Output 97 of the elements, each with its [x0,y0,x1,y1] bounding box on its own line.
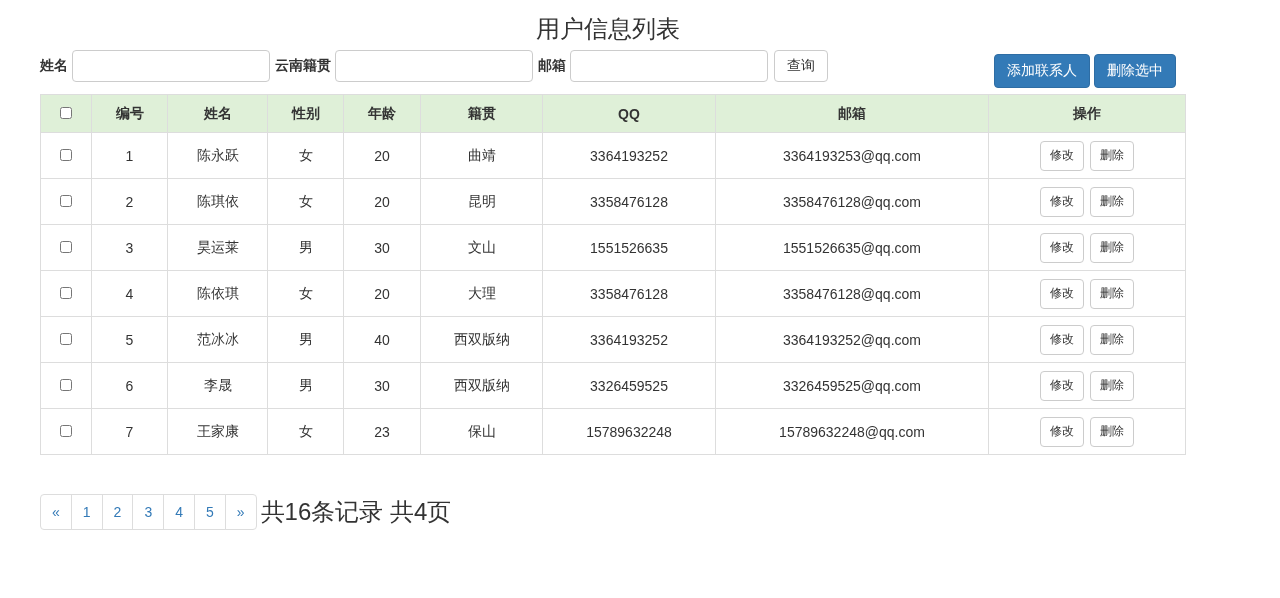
table-cell: 女 [298,146,313,163]
field-label: 姓名 [40,57,68,75]
column-header: 邮箱 [838,104,866,121]
row-button[interactable]: 修改 [1040,416,1084,447]
table-cell: 保山 [467,422,496,439]
row-button[interactable]: 删除 [1090,232,1134,263]
table-cell: 4 [125,285,134,302]
table-cell: 5 [125,331,134,348]
row-button[interactable]: 修改 [1040,140,1084,171]
table-cell: 3358476128 [590,193,668,210]
column-header: 年龄 [368,104,396,121]
table-cell: 3358476128@qq.com [783,193,921,210]
row-button[interactable]: 删除 [1090,140,1134,171]
search-field[interactable] [72,50,270,82]
prev-page-link[interactable]: « [40,494,72,530]
column-header: 性别 [291,104,320,121]
table-cell: 男 [298,376,313,393]
page-link[interactable]: 5 [194,494,226,530]
table-cell: 20 [374,147,390,164]
row-button[interactable]: 删除 [1090,416,1134,447]
action-button[interactable]: 删除选中 [1094,54,1176,88]
table-cell: 15789632248 [586,423,672,440]
row-checkbox[interactable] [60,148,72,161]
table-cell: 6 [125,377,134,394]
table-cell: 1551526635@qq.com [783,239,921,256]
row-checkbox[interactable] [60,332,72,345]
column-header: 操作 [1073,104,1101,121]
table-cell: 30 [374,377,390,394]
table-cell: 男 [298,330,313,347]
page-title: 用户信息列表 [535,14,681,44]
table-cell: 曲靖 [467,146,496,163]
table-cell: 1551526635 [590,239,668,256]
table-cell: 3364193252 [590,331,668,348]
table-cell: 3358476128 [590,285,668,302]
table-cell: 文山 [467,238,496,255]
table-cell: 男 [298,238,313,255]
table-cell: 陈永跃 [196,146,239,163]
row-button[interactable]: 删除 [1090,186,1134,217]
column-header: 编号 [115,104,144,121]
search-field[interactable] [570,50,768,82]
row-button[interactable]: 修改 [1040,278,1084,309]
row-checkbox[interactable] [60,286,72,299]
table-cell: 40 [374,331,390,348]
table-cell: 女 [298,422,313,439]
table-cell: 3326459525@qq.com [783,377,921,394]
row-button[interactable]: 删除 [1090,370,1134,401]
table-cell: 女 [298,192,313,209]
column-header: QQ [618,105,640,122]
table-cell: 2 [125,193,134,210]
table-cell: 李晟 [203,376,232,393]
table-cell: 大理 [467,284,496,301]
row-button[interactable]: 删除 [1090,324,1134,355]
table-cell: 1 [125,147,134,164]
table-cell: 15789632248@qq.com [779,423,925,440]
table-cell: 王家康 [196,422,239,439]
select-all-checkbox[interactable] [60,106,72,119]
page-link[interactable]: 2 [101,494,134,530]
table-cell: 陈琪依 [196,192,239,209]
table-cell: 3 [125,239,134,256]
row-button[interactable]: 修改 [1040,232,1084,263]
row-checkbox[interactable] [60,240,72,253]
column-header: 姓名 [203,104,232,121]
table-cell: 陈依琪 [196,284,239,301]
table-cell: 3364193252 [590,147,668,164]
column-header: 籍贯 [467,104,496,121]
table-cell: 23 [374,423,390,440]
table-cell: 7 [125,423,134,440]
table-cell: 20 [374,285,390,302]
table-cell: 3358476128@qq.com [783,285,921,302]
field-label: 邮箱 [538,57,566,75]
table-cell: 昆明 [467,192,496,209]
table-cell: 范冰冰 [196,330,239,347]
page-link[interactable]: 4 [163,494,195,530]
next-page-link[interactable]: » [224,494,257,530]
table-cell: 3326459525 [590,377,668,394]
record-summary: 共16条记录 共4页 [260,497,452,527]
table-cell: 3364193253@qq.com [783,147,921,164]
row-button[interactable]: 修改 [1040,324,1084,355]
table-cell: 昊运莱 [196,238,239,255]
table-cell: 西双版纳 [453,330,510,347]
table-cell: 3364193252@qq.com [783,331,921,348]
row-button[interactable]: 修改 [1040,186,1084,217]
table-cell: 20 [374,193,390,210]
row-button[interactable]: 修改 [1040,370,1084,401]
table-cell: 30 [374,239,390,256]
row-button[interactable]: 删除 [1090,278,1134,309]
row-checkbox[interactable] [60,378,72,391]
action-button[interactable]: 添加联系人 [994,54,1090,88]
query-button[interactable]: 查询 [774,50,828,82]
table-cell: 西双版纳 [453,376,510,393]
search-field[interactable] [335,50,533,82]
row-checkbox[interactable] [60,194,72,207]
page-link[interactable]: 1 [70,494,103,530]
row-checkbox[interactable] [60,424,72,437]
table-cell: 女 [298,284,313,301]
page-link[interactable]: 3 [132,494,165,530]
field-label: 云南籍贯 [275,57,331,75]
